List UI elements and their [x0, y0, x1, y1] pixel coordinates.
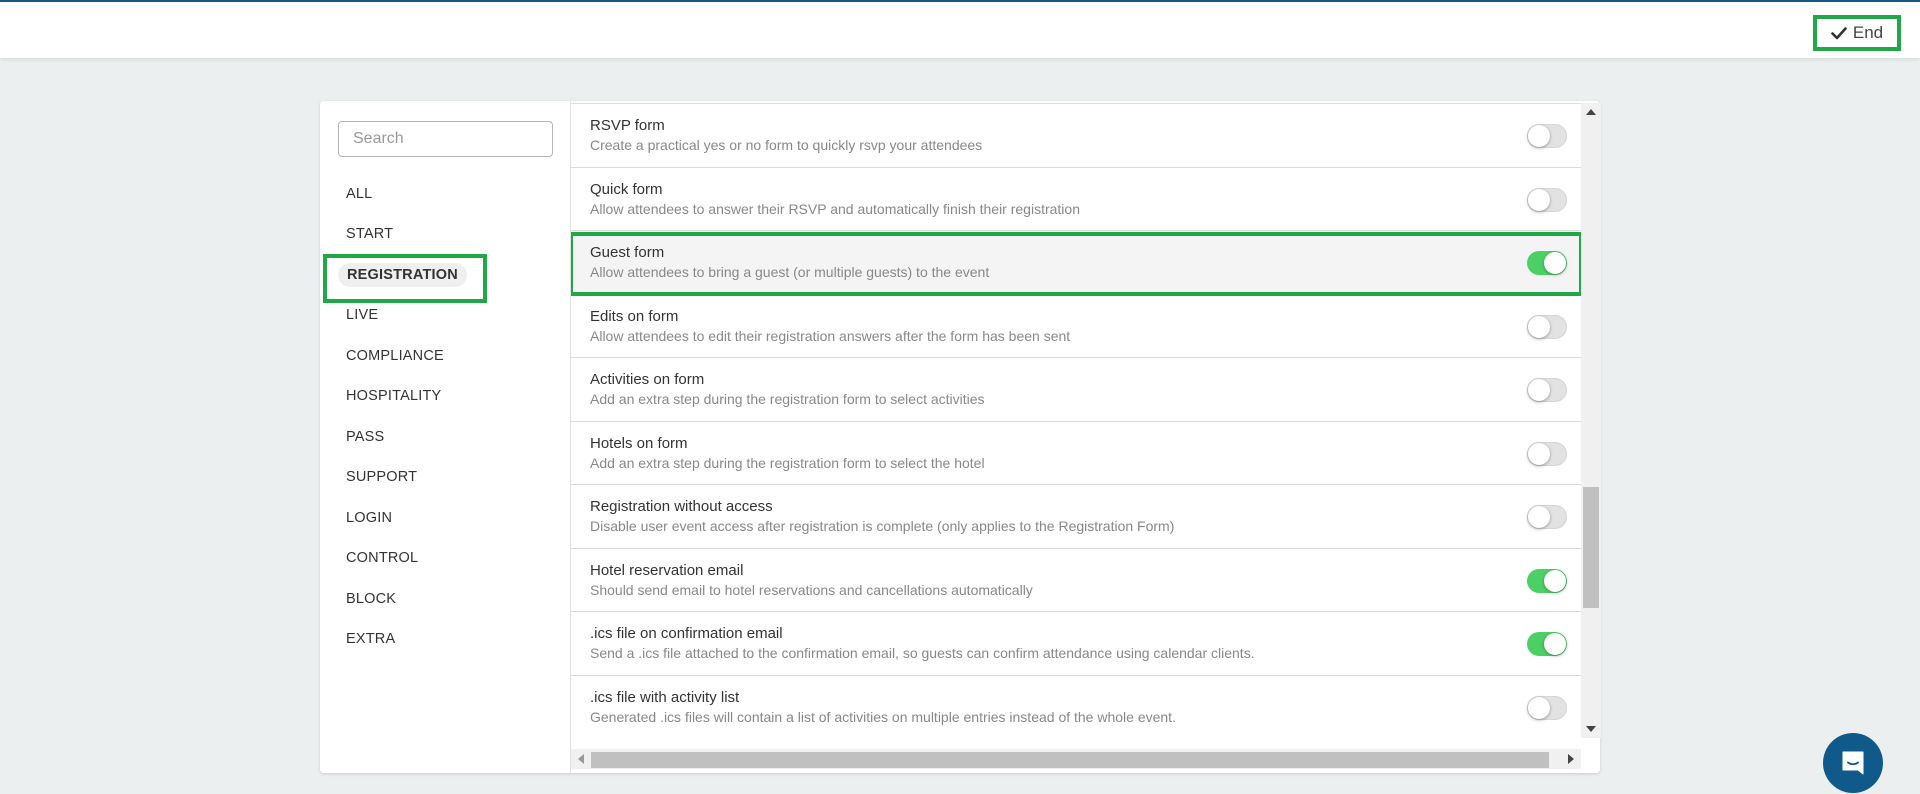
toggle-knob	[1528, 125, 1550, 147]
sidebar-item-pass[interactable]: PASS	[346, 429, 384, 445]
ics-confirmation-email-toggle[interactable]	[1527, 632, 1567, 656]
feature-row-quick-form: Quick form Allow attendees to answer the…	[571, 167, 1581, 231]
guest-form-toggle[interactable]	[1527, 251, 1567, 275]
feature-description: Create a practical yes or no form to qui…	[590, 137, 983, 153]
rsvp-form-toggle[interactable]	[1527, 124, 1567, 148]
sidebar-item-registration[interactable]: REGISTRATION	[338, 263, 467, 287]
chat-icon	[1842, 751, 1864, 775]
feature-title: Hotels on form	[590, 434, 688, 452]
feature-list-panel: RSVP form Create a practical yes or no f…	[570, 101, 1601, 773]
feature-row-ics-activity-list: .ics file with activity list Generated .…	[571, 675, 1581, 738]
feature-description: Generated .ics files will contain a list…	[590, 708, 1176, 725]
sidebar-item-block[interactable]: BLOCK	[346, 591, 396, 607]
toggle-knob	[1528, 188, 1550, 211]
search-input[interactable]	[338, 121, 553, 157]
feature-row-hotels-on-form: Hotels on form Add an extra step during …	[571, 421, 1581, 485]
sidebar-item-all[interactable]: ALL	[346, 186, 372, 202]
scroll-right-arrow-icon[interactable]	[1568, 754, 1574, 764]
toggle-knob	[1544, 252, 1566, 274]
feature-title: Quick form	[590, 180, 663, 198]
feature-description: Add an extra step during the registratio…	[590, 454, 985, 471]
toggle-knob	[1528, 379, 1550, 401]
sidebar-item-compliance[interactable]: COMPLIANCE	[346, 348, 444, 364]
edits-on-form-toggle[interactable]	[1527, 314, 1567, 339]
feature-description: Allow attendees to answer their RSVP and…	[590, 200, 1080, 217]
activities-on-form-toggle[interactable]	[1527, 378, 1567, 402]
feature-list: RSVP form Create a practical yes or no f…	[571, 103, 1581, 738]
feature-row-ics-confirmation-email: .ics file on confirmation email Send a .…	[571, 612, 1581, 676]
toggle-knob	[1528, 506, 1550, 528]
feature-description: Add an extra step during the registratio…	[590, 391, 985, 407]
sidebar-item-support[interactable]: SUPPORT	[346, 469, 417, 485]
chat-launcher-button[interactable]	[1823, 733, 1883, 793]
toggle-knob	[1544, 633, 1566, 655]
sidebar-item-start[interactable]: START	[346, 226, 393, 242]
scroll-left-arrow-icon[interactable]	[578, 754, 584, 764]
sidebar-item-control[interactable]: CONTROL	[346, 550, 418, 566]
top-bar: End	[0, 0, 1920, 58]
sidebar-item-extra[interactable]: EXTRA	[346, 631, 395, 647]
feature-row-hotel-reservation-email: Hotel reservation email Should send emai…	[571, 548, 1581, 612]
feature-title: .ics file with activity list	[590, 688, 740, 706]
feature-title: Edits on form	[590, 307, 679, 325]
toggle-knob	[1544, 569, 1566, 592]
end-button-label: End	[1852, 23, 1884, 42]
feature-description: Allow attendees to edit their registrati…	[590, 327, 1071, 344]
ics-activity-list-toggle[interactable]	[1527, 695, 1567, 720]
horizontal-scrollbar[interactable]	[571, 749, 1581, 769]
feature-row-activities-on-form: Activities on form Add an extra step dur…	[571, 358, 1581, 422]
feature-title: Guest form	[590, 244, 665, 261]
toggle-knob	[1528, 315, 1550, 338]
feature-title: RSVP form	[590, 117, 665, 134]
feature-row-edits-on-form: Edits on form Allow attendees to edit th…	[571, 294, 1581, 358]
check-icon	[1831, 27, 1847, 40]
quick-form-toggle[interactable]	[1527, 187, 1567, 212]
feature-title: Hotel reservation email	[590, 561, 744, 579]
toggle-knob	[1528, 442, 1550, 465]
scroll-down-arrow-icon[interactable]	[1586, 726, 1596, 732]
sidebar-item-hospitality[interactable]: HOSPITALITY	[346, 388, 441, 404]
registration-without-access-toggle[interactable]	[1527, 505, 1567, 529]
feature-title: .ics file on confirmation email	[590, 625, 783, 642]
horizontal-scroll-thumb[interactable]	[591, 752, 1549, 768]
settings-card: ALL START REGISTRATION LIVE COMPLIANCE H…	[320, 101, 1601, 773]
feature-row-rsvp-form: RSVP form Create a practical yes or no f…	[571, 104, 1581, 168]
feature-description: Allow attendees to bring a guest (or mul…	[590, 264, 990, 280]
scroll-up-arrow-icon[interactable]	[1586, 109, 1596, 115]
sidebar-item-live[interactable]: LIVE	[346, 307, 378, 323]
feature-row-guest-form: Guest form Allow attendees to bring a gu…	[571, 231, 1581, 295]
end-button[interactable]: End	[1813, 15, 1901, 51]
feature-title: Registration without access	[590, 498, 773, 515]
feature-title: Activities on form	[590, 371, 705, 388]
vertical-scroll-thumb[interactable]	[1583, 487, 1599, 608]
feature-description: Send a .ics file attached to the confirm…	[590, 645, 1255, 661]
feature-row-registration-without-access: Registration without access Disable user…	[571, 485, 1581, 549]
toggle-knob	[1528, 696, 1550, 719]
vertical-scrollbar[interactable]	[1581, 103, 1601, 738]
category-sidebar: ALL START REGISTRATION LIVE COMPLIANCE H…	[320, 101, 570, 773]
hotels-on-form-toggle[interactable]	[1527, 441, 1567, 466]
feature-description: Should send email to hotel reservations …	[590, 581, 1033, 598]
hotel-reservation-email-toggle[interactable]	[1527, 568, 1567, 593]
feature-description: Disable user event access after registra…	[590, 518, 1175, 534]
sidebar-item-login[interactable]: LOGIN	[346, 510, 392, 526]
